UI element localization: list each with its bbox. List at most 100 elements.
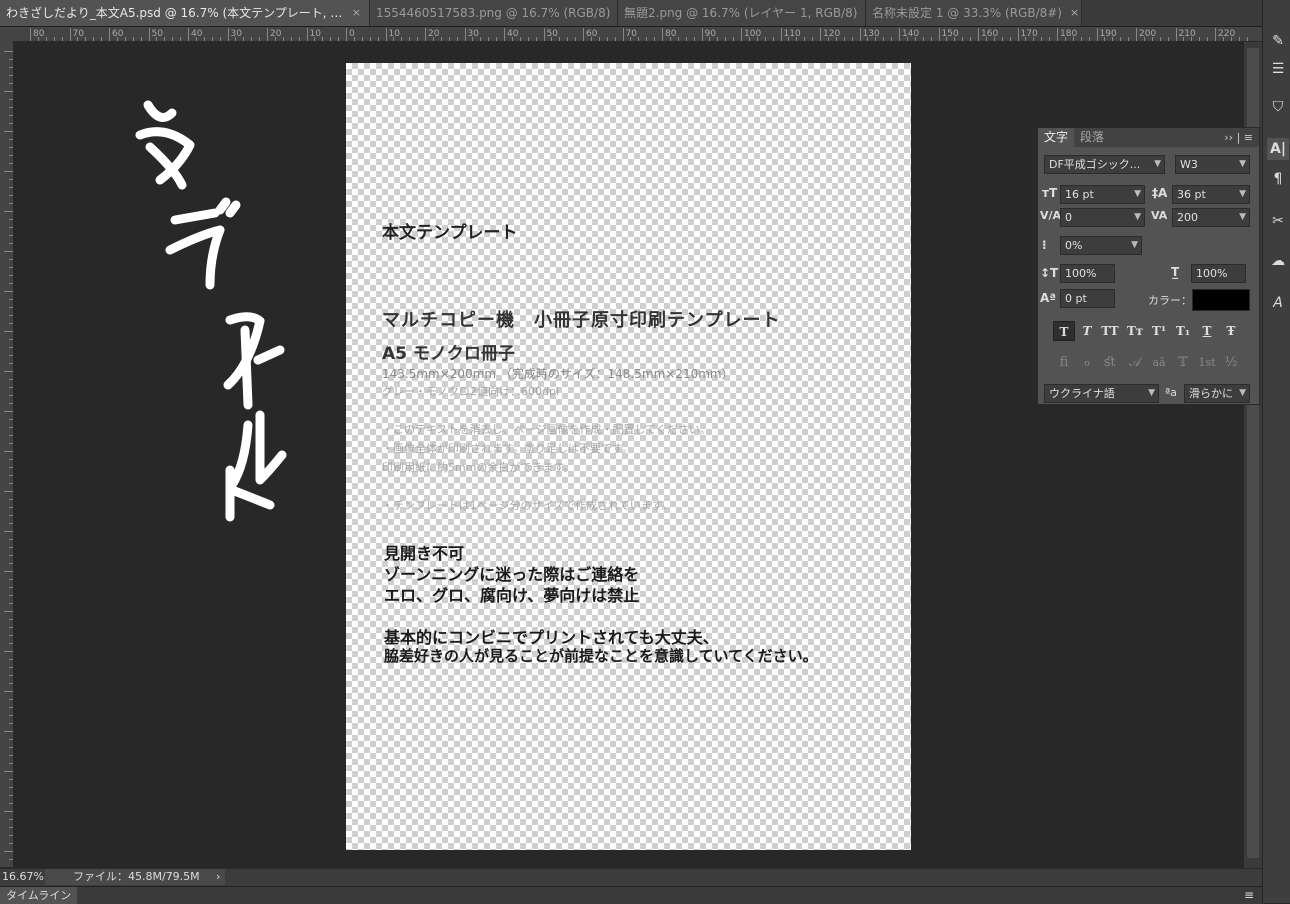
ruler-tick [9,115,13,116]
clone-source-icon[interactable]: ⛉ [1267,96,1289,118]
zoom-level[interactable]: 16.67% [2,870,44,883]
strikethrough-button[interactable]: Ŧ [1220,321,1242,341]
text-color-swatch[interactable] [1192,289,1250,311]
doc-size-line: 143.5mm×200mm （完成時のサイズ：148.5mm×210mm） [382,367,734,381]
ruler-minor-tick [875,37,877,41]
tab-character[interactable]: 文字 [1038,128,1075,147]
antialias-select[interactable]: 滑らかに ▼ [1184,384,1250,403]
ruler-tick [4,51,13,52]
tracking-field[interactable]: 200 ▼ [1172,208,1250,227]
ruler-minor-tick [685,37,687,41]
tsume-field[interactable]: 0% ▼ [1060,236,1142,255]
kerning-value: 0 [1065,211,1072,224]
ruler-tick [9,515,13,516]
vertical-scale-field[interactable]: 100% [1060,264,1115,283]
status-bar: 16.67% ファイル：45.8M/79.5M › [0,868,1262,886]
ruler-minor-tick [377,37,379,41]
close-icon[interactable]: × [352,0,361,26]
fractions-button[interactable]: ½ [1220,353,1242,373]
tab-timeline[interactable]: タイムライン [0,887,78,904]
font-weight-select[interactable]: W3 ▼ [1175,155,1250,174]
ruler-tick [9,603,13,604]
tab-wakizashi-psd[interactable]: わきざしだより_本文A5.psd @ 16.7% (本文テンプレート, RGB/… [0,0,370,26]
ruler-tick [622,28,624,41]
character-panel-icon[interactable]: A| [1267,138,1289,160]
titling-alternates-button[interactable]: 𝕋 [1172,353,1194,373]
language-select[interactable]: ウクライナ語 ▼ [1044,384,1159,403]
ruler-tick [385,28,387,41]
ruler-label: 210 [1178,29,1196,39]
ruler-tick [9,363,13,364]
brush-icon[interactable]: ✎ [1267,30,1289,52]
chevron-right-icon[interactable]: › [216,869,220,885]
contextual-alternates-button[interactable]: ℴ [1076,353,1098,373]
leading-field[interactable]: 36 pt ▼ [1172,185,1250,204]
ruler-tick [543,28,545,41]
ruler-tick [9,555,13,556]
ruler-minor-tick [330,37,332,41]
subscript-button[interactable]: T₁ [1172,321,1194,341]
tab-untitled-1[interactable]: 名称未設定 1 @ 33.3% (RGB/8#) × [866,0,1082,26]
panel-menu-icon[interactable]: ›› | ≡ [1224,128,1259,147]
faux-italic-button[interactable]: T [1076,321,1098,341]
horizontal-scale-value: 100% [1196,267,1228,280]
ruler-tick [464,28,466,41]
document-canvas[interactable]: 本文テンプレート マルチコピー機 小冊子原寸印刷テンプレート A5 モノクロ冊子… [346,63,911,850]
tab-mudai2-png[interactable]: 無題2.png @ 16.7% (レイヤー 1, RGB/8) × [618,0,875,26]
ruler-tick [9,443,13,444]
all-caps-button[interactable]: TT [1099,321,1121,341]
glyphs-icon[interactable]: A [1267,292,1289,314]
font-family-select[interactable]: DF平成ゴシック... ▼ [1044,155,1165,174]
ruler-tick [9,139,13,140]
ruler-minor-tick [124,37,126,41]
tab-1554460517583-png[interactable]: 1554460517583.png @ 16.7% (RGB/8) × [370,0,628,26]
ruler-minor-tick [448,37,450,41]
ruler-label: 220 [1218,29,1236,39]
kerning-field[interactable]: 0 ▼ [1060,208,1145,227]
faux-bold-button[interactable]: T [1053,321,1075,341]
vertical-scale-value: 100% [1065,267,1097,280]
doc-title: 本文テンプレート [382,223,518,243]
ruler-tick [504,28,505,41]
adjustments-icon[interactable]: ☰ [1267,58,1289,80]
timeline-panel: タイムライン ≡ [0,886,1262,904]
underline-button[interactable]: T [1196,321,1218,341]
tools-icon[interactable]: ✂ [1267,210,1289,232]
ruler-minor-tick [235,37,237,41]
ordinals-button[interactable]: 1st [1196,353,1218,373]
ruler-tick [4,451,13,452]
ruler-minor-tick [1183,37,1185,41]
swash-button[interactable]: 𝒜 [1124,353,1146,373]
superscript-button[interactable]: T¹ [1148,321,1170,341]
libraries-icon[interactable]: ☁ [1267,250,1289,272]
ruler-minor-tick [1049,37,1051,41]
ruler-tick [4,371,13,372]
ruler-minor-tick [519,37,521,41]
file-info[interactable]: ファイル：45.8M/79.5M [45,869,225,885]
font-size-field[interactable]: 16 pt ▼ [1060,185,1145,204]
ruler-tick [9,499,13,500]
ruler-tick [820,28,821,41]
ruler-tick [9,563,13,564]
horizontal-ruler[interactable]: 80 70 60 50 40 30 20 10 0 10 20 30 40 50 60 70 80 90 100 11… [0,27,1262,42]
ruler-minor-tick [361,37,363,41]
baseline-shift-field[interactable]: 0 pt [1060,289,1115,308]
ruler-minor-tick [748,37,750,41]
close-icon[interactable]: × [1070,0,1079,26]
tab-paragraph[interactable]: 段落 [1074,128,1110,147]
ruler-minor-tick [1001,37,1003,41]
ruler-minor-tick [946,37,948,41]
ruler-minor-tick [1222,37,1224,41]
panel-menu-icon[interactable]: ≡ [1244,887,1254,904]
vertical-ruler[interactable] [0,41,14,867]
small-caps-button[interactable]: Tт [1124,321,1146,341]
stylistic-alternates-button[interactable]: aā [1148,353,1170,373]
ruler-minor-tick [456,37,458,41]
paragraph-icon[interactable]: ¶ [1267,168,1289,190]
horizontal-scale-field[interactable]: 100% [1191,264,1246,283]
ligature-button[interactable]: ﬁ [1053,353,1075,373]
ruler-tick [9,75,13,76]
discretionary-ligature-button[interactable]: ﬆ [1099,353,1121,373]
ruler-minor-tick [85,37,87,41]
ruler-tick [9,523,13,524]
